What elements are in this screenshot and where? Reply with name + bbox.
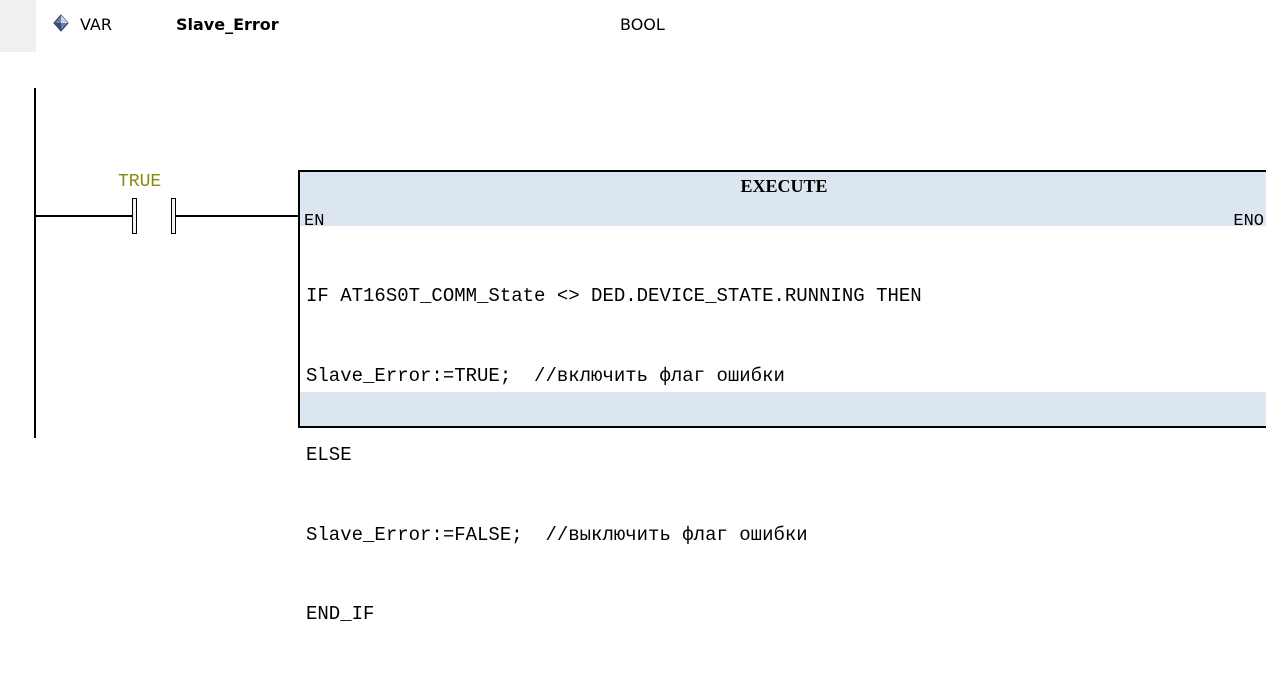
code-line[interactable]: Slave_Error:=TRUE; //включить флаг ошибк… bbox=[306, 363, 922, 390]
variable-kind: VAR bbox=[80, 15, 112, 34]
code-lines[interactable]: IF AT16S0T_COMM_State <> DED.DEVICE_STAT… bbox=[306, 230, 922, 681]
execute-block[interactable]: EXECUTE EN ENO IF AT16S0T_COMM_State <> … bbox=[298, 170, 1266, 625]
contact-label[interactable]: TRUE bbox=[118, 172, 161, 192]
code-line[interactable]: END_IF bbox=[306, 601, 922, 628]
code-line[interactable]: IF AT16S0T_COMM_State <> DED.DEVICE_STAT… bbox=[306, 283, 922, 310]
wire-to-block bbox=[176, 215, 298, 217]
left-power-rail bbox=[34, 88, 36, 438]
code-line[interactable]: Slave_Error:=FALSE; //выключить флаг оши… bbox=[306, 522, 922, 549]
row-gutter bbox=[0, 0, 36, 52]
pin-en: EN bbox=[304, 212, 325, 231]
variable-name[interactable]: Slave_Error bbox=[176, 15, 279, 34]
variable-diamond-icon bbox=[52, 14, 70, 32]
code-line[interactable]: ELSE bbox=[306, 442, 922, 469]
wire-to-contact bbox=[34, 215, 132, 217]
contact-left-bar[interactable] bbox=[132, 198, 137, 234]
variable-declaration-row[interactable]: VAR Slave_Error BOOL bbox=[0, 0, 1266, 52]
pin-eno: ENO bbox=[1233, 212, 1264, 231]
variable-type: BOOL bbox=[620, 15, 665, 34]
execute-block-title: EXECUTE bbox=[740, 176, 828, 196]
